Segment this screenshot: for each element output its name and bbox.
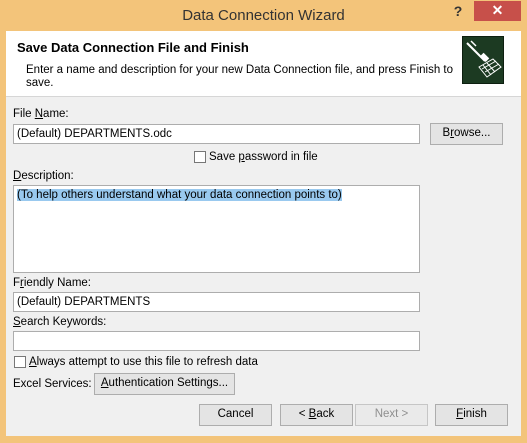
- wizard-client-area: Save Data Connection File and Finish Ent…: [6, 31, 521, 436]
- close-button[interactable]: ✕: [474, 1, 521, 21]
- description-label: Description:: [13, 170, 74, 182]
- wizard-header: Save Data Connection File and Finish Ent…: [6, 31, 521, 97]
- description-textarea[interactable]: (To help others understand what your dat…: [13, 185, 420, 273]
- browse-button[interactable]: Browse...: [430, 123, 503, 145]
- data-connection-icon: [462, 36, 504, 84]
- search-keywords-label: Search Keywords:: [13, 316, 107, 328]
- plug-grid-icon: [466, 40, 502, 78]
- page-title: Save Data Connection File and Finish: [17, 40, 249, 55]
- excel-services-label: Excel Services:: [13, 378, 92, 390]
- next-button[interactable]: Next >: [355, 404, 428, 426]
- friendly-name-input[interactable]: (Default) DEPARTMENTS: [13, 292, 420, 312]
- file-name-label: File Name:: [13, 108, 69, 120]
- back-button[interactable]: < Back: [280, 404, 353, 426]
- file-name-input[interactable]: (Default) DEPARTMENTS.odc: [13, 124, 420, 144]
- cancel-button[interactable]: Cancel: [199, 404, 272, 426]
- save-password-label: Save password in file: [209, 151, 318, 163]
- save-password-checkbox[interactable]: [194, 151, 206, 163]
- finish-button[interactable]: Finish: [435, 404, 508, 426]
- authentication-settings-button[interactable]: Authentication Settings...: [94, 373, 235, 395]
- friendly-name-label: Friendly Name:: [13, 277, 91, 289]
- help-button[interactable]: ?: [445, 2, 471, 22]
- page-description: Enter a name and description for your ne…: [26, 64, 454, 89]
- always-refresh-checkbox[interactable]: [14, 356, 26, 368]
- title-bar[interactable]: Data Connection Wizard ? ✕: [0, 0, 527, 31]
- always-refresh-label: Always attempt to use this file to refre…: [29, 356, 258, 368]
- description-selected-text: (To help others understand what your dat…: [17, 189, 342, 201]
- search-keywords-input[interactable]: [13, 331, 420, 351]
- wizard-window: Data Connection Wizard ? ✕ Save Data Con…: [0, 0, 527, 443]
